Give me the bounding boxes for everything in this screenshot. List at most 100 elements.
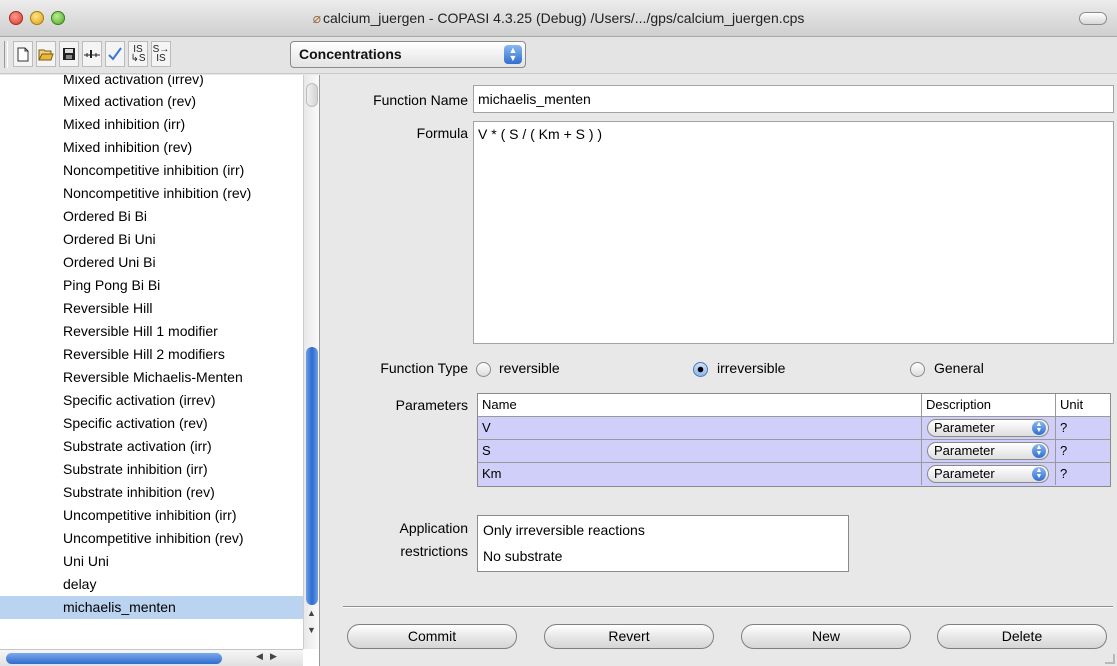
list-item[interactable]: Uncompetitive inhibition (irr)	[0, 504, 303, 527]
param-description-select[interactable]: Parameter ▲ ▼	[927, 465, 1049, 483]
param-description-select[interactable]: Parameter ▲ ▼	[927, 442, 1049, 460]
list-item[interactable]: Reversible Hill 1 modifier	[0, 320, 303, 343]
toolbar-toggle-button[interactable]	[1079, 12, 1107, 25]
radio-irreversible[interactable]	[693, 362, 708, 377]
param-name-cell[interactable]: S	[478, 440, 922, 462]
chevron-updown-icon: ▲ ▼	[1032, 444, 1046, 458]
param-description-select[interactable]: Parameter ▲ ▼	[927, 419, 1049, 437]
restrictions-label: Application restrictions	[321, 517, 469, 563]
new-file-icon[interactable]	[13, 41, 33, 67]
horizontal-scroll-thumb[interactable]	[6, 653, 222, 664]
list-item[interactable]: michaelis_menten	[0, 596, 303, 619]
resize-grip-icon[interactable]	[1105, 654, 1115, 664]
param-name-cell[interactable]: Km	[478, 463, 922, 485]
restriction-item: No substrate	[483, 548, 563, 564]
list-item[interactable]: Mixed activation (irrev)	[0, 75, 303, 90]
list-item[interactable]: Specific activation (rev)	[0, 412, 303, 435]
scroll-left-arrow-icon[interactable]: ◀	[256, 651, 263, 662]
restriction-item: Only irreversible reactions	[483, 522, 645, 538]
function-name-input[interactable]	[473, 85, 1114, 113]
param-unit-cell: ?	[1060, 420, 1068, 435]
chevron-updown-icon: ▲ ▼	[1032, 421, 1046, 435]
param-description-value: Parameter	[934, 466, 995, 481]
list-item[interactable]: Ordered Bi Bi	[0, 205, 303, 228]
restrictions-list: Only irreversible reactions No substrate	[477, 515, 849, 572]
radio-irreversible-label: irreversible	[717, 360, 786, 376]
new-button[interactable]: New	[741, 624, 911, 649]
toolbar: IS ↳S S→ IS Concentrations ▲ ▼	[0, 37, 1117, 74]
list-item[interactable]: Substrate activation (irr)	[0, 435, 303, 458]
chevron-updown-icon: ▲ ▼	[1032, 467, 1046, 481]
list-item[interactable]: Mixed inhibition (irr)	[0, 113, 303, 136]
param-unit-cell: ?	[1060, 443, 1068, 458]
list-item[interactable]: Ordered Uni Bi	[0, 251, 303, 274]
param-description-cell: Parameter ▲ ▼	[922, 440, 1056, 462]
list-item[interactable]: Reversible Hill	[0, 297, 303, 320]
scroll-up-arrow-icon[interactable]: ▲	[307, 608, 316, 618]
param-description-value: Parameter	[934, 420, 995, 435]
column-header-unit[interactable]: Unit	[1056, 394, 1112, 416]
function-type-label: Function Type	[380, 360, 468, 376]
slider-icon[interactable]	[82, 41, 102, 67]
formula-label: Formula	[416, 125, 468, 141]
list-item[interactable]: Uni Uni	[0, 550, 303, 573]
param-description-value: Parameter	[934, 443, 995, 458]
param-description-cell: Parameter ▲ ▼	[922, 463, 1056, 485]
function-list-pane: Mixed activation (irrev) Mixed activation…	[0, 75, 320, 666]
vertical-scrollbar[interactable]: ▲ ▼	[303, 75, 319, 649]
check-icon[interactable]	[105, 41, 125, 67]
list-item[interactable]: Ping Pong Bi Bi	[0, 274, 303, 297]
formula-editor[interactable]: V * ( S / ( Km + S ) )	[473, 121, 1114, 344]
horizontal-scrollbar[interactable]: ◀ ▶	[0, 649, 303, 666]
separator	[343, 606, 1113, 608]
list-item[interactable]: Mixed inhibition (rev)	[0, 136, 303, 159]
table-row[interactable]: Km Parameter ▲ ▼ ?	[478, 463, 1110, 486]
commit-button[interactable]: Commit	[347, 624, 517, 649]
column-header-name[interactable]: Name	[478, 394, 922, 416]
list-item[interactable]: Ordered Bi Uni	[0, 228, 303, 251]
open-folder-icon[interactable]	[36, 41, 56, 67]
scroll-right-arrow-icon[interactable]: ▶	[270, 651, 277, 662]
list-item[interactable]: Substrate inhibition (irr)	[0, 458, 303, 481]
table-row[interactable]: S Parameter ▲ ▼ ?	[478, 440, 1110, 463]
parameters-label: Parameters	[395, 397, 468, 413]
list-item[interactable]: Uncompetitive inhibition (rev)	[0, 527, 303, 550]
list-item[interactable]: delay	[0, 573, 303, 596]
s-is-icon[interactable]: S→ IS	[151, 41, 171, 67]
chevron-updown-icon: ▲ ▼	[504, 45, 522, 64]
list-item[interactable]: Noncompetitive inhibition (rev)	[0, 182, 303, 205]
quantity-type-value: Concentrations	[299, 46, 402, 62]
window-title: calcium_juergen - COPASI 4.3.25 (Debug) …	[323, 10, 805, 26]
function-name-label: Function Name	[373, 92, 468, 108]
toolbar-grip[interactable]	[4, 41, 8, 68]
document-proxy-icon: ⌀	[312, 10, 322, 26]
radio-general-label: General	[934, 360, 984, 376]
save-icon[interactable]	[59, 41, 79, 67]
list-item[interactable]: Substrate inhibition (rev)	[0, 481, 303, 504]
list-item[interactable]: Mixed activation (rev)	[0, 90, 303, 113]
param-description-cell: Parameter ▲ ▼	[922, 417, 1056, 439]
function-list[interactable]: Mixed activation (irrev) Mixed activation…	[0, 75, 303, 649]
list-item[interactable]: Reversible Hill 2 modifiers	[0, 343, 303, 366]
formula-text: V * ( S / ( Km + S ) )	[478, 126, 603, 142]
scrollbar-cap	[306, 83, 318, 107]
delete-button[interactable]: Delete	[937, 624, 1107, 649]
list-item[interactable]: Noncompetitive inhibition (irr)	[0, 159, 303, 182]
quantity-type-select[interactable]: Concentrations ▲ ▼	[290, 41, 526, 68]
table-row[interactable]: V Parameter ▲ ▼ ?	[478, 417, 1110, 440]
title-bar: ⌀ calcium_juergen - COPASI 4.3.25 (Debug)…	[0, 0, 1117, 37]
radio-general[interactable]	[910, 362, 925, 377]
restrictions-label-line2: restrictions	[400, 543, 468, 559]
list-item[interactable]: Specific activation (irrev)	[0, 389, 303, 412]
is-s-icon[interactable]: IS ↳S	[128, 41, 148, 67]
radio-reversible[interactable]	[476, 362, 491, 377]
param-name-cell[interactable]: V	[478, 417, 922, 439]
vertical-scroll-thumb[interactable]	[306, 347, 318, 605]
parameters-table: Name Description Unit V Parameter ▲ ▼ ? S…	[477, 393, 1111, 487]
param-unit-cell: ?	[1060, 466, 1068, 481]
scroll-down-arrow-icon[interactable]: ▼	[307, 625, 316, 635]
restrictions-label-line1: Application	[399, 520, 469, 536]
list-item[interactable]: Reversible Michaelis-Menten	[0, 366, 303, 389]
column-header-description[interactable]: Description	[922, 394, 1056, 416]
revert-button[interactable]: Revert	[544, 624, 714, 649]
